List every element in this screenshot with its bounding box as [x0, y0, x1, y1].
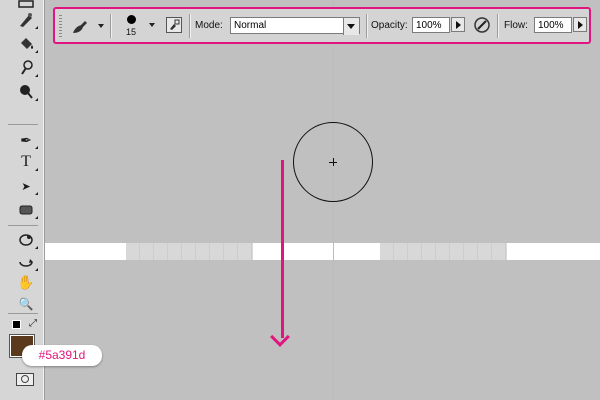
opacity-input[interactable]: 100%	[412, 17, 450, 33]
rectangle-shape-icon[interactable]	[14, 200, 38, 220]
chevron-down-icon	[343, 18, 359, 35]
tools-panel: ✒ T ➤ ✋ 🔍 ⤢	[0, 0, 45, 400]
flow-input[interactable]: 100%	[534, 17, 572, 33]
hand-icon[interactable]: ✋	[14, 272, 38, 292]
blend-mode-select[interactable]: Normal	[230, 17, 360, 35]
brush-size-value: 15	[126, 27, 137, 37]
crosshair-icon	[333, 158, 334, 166]
swap-colors-icon[interactable]: ⤢	[29, 318, 37, 329]
brush-tool-icon	[73, 21, 87, 33]
opacity-label: Opacity:	[371, 20, 408, 31]
hand-glyph: ✋	[17, 273, 35, 290]
airbrush-icon[interactable]	[472, 15, 492, 35]
gray-dashed-segment	[126, 243, 253, 260]
chevron-down-icon	[98, 24, 104, 28]
gray-dashed-segment	[380, 243, 507, 260]
mode-label: Mode:	[195, 20, 223, 31]
quick-mask-icon[interactable]	[16, 373, 34, 386]
arrow-down-icon	[270, 327, 290, 347]
chevron-down-icon	[149, 23, 155, 27]
flow-slider-button[interactable]	[573, 17, 587, 32]
color-hex-callout: #5a391d	[22, 345, 102, 366]
zoom-glyph: 🔍	[18, 297, 34, 311]
options-divider	[366, 14, 367, 38]
blend-mode-value: Normal	[234, 20, 267, 31]
brush-preset-picker[interactable]: 15	[117, 12, 157, 42]
default-colors-icon[interactable]	[12, 320, 21, 329]
type-glyph: T	[21, 153, 31, 170]
options-divider	[497, 14, 498, 38]
healing-brush-icon[interactable]	[14, 10, 38, 30]
path-selection-glyph: ➤	[21, 180, 31, 193]
history-brush-icon[interactable]	[14, 58, 38, 78]
options-divider	[189, 14, 190, 38]
pen-glyph: ✒	[20, 131, 32, 148]
path-selection-icon[interactable]: ➤	[14, 176, 38, 196]
3d-rotate-icon[interactable]	[14, 230, 38, 250]
type-icon[interactable]: T	[14, 152, 38, 172]
document-canvas[interactable]	[0, 0, 600, 400]
zoom-icon[interactable]: 🔍	[14, 294, 38, 314]
tool-preset-picker[interactable]	[69, 15, 107, 37]
dodge-icon[interactable]	[14, 82, 38, 102]
brush-tip-icon	[127, 15, 136, 24]
flow-label: Flow:	[504, 20, 528, 31]
brush-panel-toggle-icon[interactable]	[166, 17, 182, 33]
options-bar: 15 Mode: Normal Opacity: 100% Flow: 100%	[53, 7, 591, 44]
opacity-slider-button[interactable]	[451, 17, 465, 32]
options-bar-grip[interactable]	[59, 15, 62, 37]
paint-bucket-icon[interactable]	[14, 34, 38, 54]
tools-divider	[8, 124, 38, 125]
options-divider	[110, 14, 111, 38]
3d-orbit-icon[interactable]	[14, 252, 38, 272]
pen-icon[interactable]: ✒	[14, 130, 38, 150]
tools-divider	[8, 225, 38, 226]
drag-direction-arrow	[281, 160, 284, 338]
